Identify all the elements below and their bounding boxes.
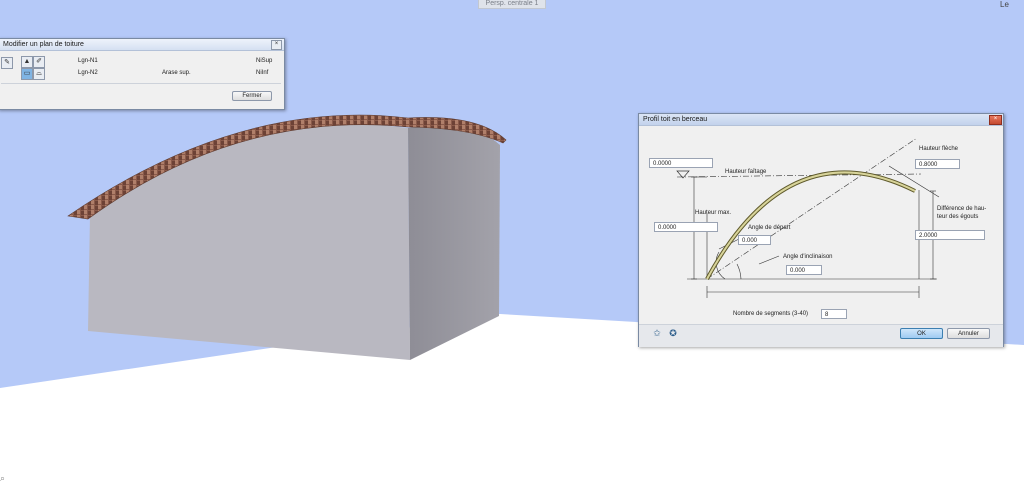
divider <box>1 83 281 84</box>
corner-mark: Le <box>1000 0 1009 9</box>
hauteur-faitage-label: Hauteur faîtage <box>725 169 767 175</box>
hauteur-max-input[interactable]: 0.0000 <box>654 222 718 232</box>
difference-egouts-label: Différence de hau- teur des égouts <box>937 206 987 220</box>
fermer-button[interactable]: Fermer <box>232 91 272 101</box>
close-icon[interactable]: × <box>271 40 282 50</box>
hauteur-max-label: Hauteur max. <box>695 210 732 216</box>
row-type: Arase sup. <box>162 70 191 76</box>
roof-plan-panel-title: Modifier un plan de toiture <box>0 39 284 51</box>
roof-plan-row[interactable]: Lgn-N1 NiSup <box>0 56 279 67</box>
view-tab-label[interactable]: Persp. centrale 1 <box>478 0 546 9</box>
angle-depart-input[interactable]: 0.000 <box>738 235 771 245</box>
angle-depart-label: Angle de départ <box>748 225 791 231</box>
annuler-button[interactable]: Annuler <box>947 328 990 339</box>
save-favorite-icon[interactable]: ✩ <box>651 328 663 339</box>
row-level: Lgn-N1 <box>78 58 98 64</box>
hauteur-faitage-input[interactable]: 0.0000 <box>649 158 713 168</box>
load-favorite-icon[interactable]: ✪ <box>667 328 679 339</box>
row-code: NiSup <box>256 58 273 64</box>
nombre-segments-input[interactable]: 8 <box>821 309 847 319</box>
angle-inclinaison-label: Angle d'inclinaison <box>783 254 833 260</box>
difference-egouts-input[interactable]: 2.0000 <box>915 230 985 240</box>
row-code: NiInf <box>256 70 269 76</box>
hauteur-fleche-input[interactable]: 0.8000 <box>915 159 960 169</box>
nombre-segments-label: Nombre de segments (3-40) <box>733 311 809 317</box>
angle-inclinaison-input[interactable]: 0.000 <box>786 265 822 275</box>
ok-button[interactable]: OK <box>900 328 943 339</box>
hauteur-fleche-label: Hauteur flèche <box>919 146 959 152</box>
row-level: Lgn-N2 <box>78 70 98 76</box>
barrel-roof-profile-dialog: Profil toit en berceau × Hauteur flèche … <box>638 113 1004 347</box>
roof-plan-row[interactable]: Lgn-N2 Arase sup. NiInf <box>0 68 279 79</box>
search-icon[interactable]: ⌕ <box>0 473 5 484</box>
roof-plan-panel: Modifier un plan de toiture × ✎ ▲ ✐ ▭ ⌓ … <box>0 38 285 110</box>
building-front-wall <box>88 123 410 360</box>
